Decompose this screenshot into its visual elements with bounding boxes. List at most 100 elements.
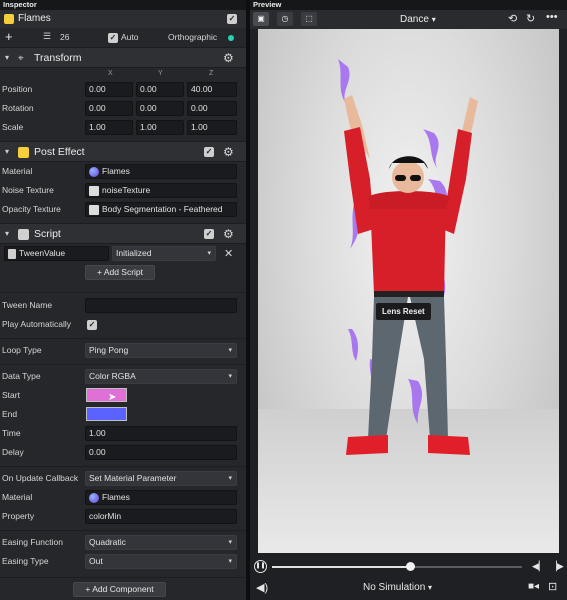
transform-icon: ⌖ <box>18 53 24 64</box>
playback-slider[interactable] <box>272 562 522 571</box>
axis-header-row: X Y Z <box>0 68 246 80</box>
object-enabled-checkbox[interactable]: ✓ <box>227 14 237 24</box>
transform-title: Transform <box>34 52 82 64</box>
preview-viewport[interactable]: Lens Reset <box>258 29 559 553</box>
post-effect-enabled-checkbox[interactable]: ✓ <box>204 147 214 157</box>
post-effect-header[interactable]: ▾ Post Effect ✓ ⚙ <box>0 141 246 162</box>
image-icon <box>89 185 99 196</box>
callback-material-field[interactable]: Flames <box>85 490 237 505</box>
opacity-texture-field[interactable]: Body Segmentation - Feathered <box>85 202 237 217</box>
add-icon[interactable]: + <box>5 29 13 44</box>
mouse-cursor-icon: ➤ <box>108 392 117 403</box>
crop-icon[interactable]: ⊡ <box>548 580 557 593</box>
play-automatically-checkbox[interactable]: ✓ <box>87 320 97 330</box>
script-asset-field[interactable]: TweenValue <box>4 246 109 261</box>
simulation-dropdown[interactable]: No Simulation ▾ <box>363 578 432 598</box>
rotation-x-field[interactable]: 0.00 <box>85 101 133 116</box>
remove-script-icon[interactable]: ✕ <box>224 247 233 260</box>
rotation-label: Rotation <box>2 103 34 113</box>
property-input[interactable]: colorMin <box>85 509 237 524</box>
material-value: Flames <box>102 166 130 176</box>
script-header[interactable]: ▾ Script ✓ ⚙ <box>0 223 246 244</box>
script-asset-value: TweenValue <box>19 248 66 258</box>
end-color-swatch[interactable] <box>86 407 127 421</box>
gear-icon[interactable]: ⚙ <box>223 227 234 241</box>
time-row: Time 1.00 <box>0 424 246 443</box>
pause-icon[interactable]: ❚❚ <box>254 560 267 573</box>
camera-mode-label[interactable]: Orthographic <box>168 28 217 47</box>
material-field[interactable]: Flames <box>85 164 237 179</box>
add-icon: + <box>96 267 104 277</box>
add-script-button[interactable]: + Add Script <box>85 265 155 280</box>
data-type-value: Color RGBA <box>89 371 136 381</box>
axis-z-label: Z <box>209 70 214 77</box>
update-callback-value: Set Material Parameter <box>89 473 177 483</box>
axis-x-label: X <box>108 70 113 77</box>
start-label: Start <box>2 390 20 400</box>
time-input[interactable]: 1.00 <box>85 426 237 441</box>
person-icon <box>89 204 99 215</box>
collapse-chevron-icon[interactable]: ▾ <box>5 147 9 156</box>
step-back-icon[interactable]: ◀▏ <box>532 561 546 572</box>
scale-x-field[interactable]: 1.00 <box>85 120 133 135</box>
easing-function-label: Easing Function <box>2 537 63 547</box>
tween-name-label: Tween Name <box>2 300 53 310</box>
script-enabled-checkbox[interactable]: ✓ <box>204 229 214 239</box>
script-event-dropdown[interactable]: Initialized ▾ <box>112 246 216 261</box>
opacity-texture-row: Opacity Texture Body Segmentation - Feat… <box>0 200 246 219</box>
speaker-icon[interactable]: ◀) <box>256 581 268 594</box>
scale-y-field[interactable]: 1.00 <box>136 120 184 135</box>
dancer-figure <box>338 59 478 455</box>
auto-checkbox[interactable]: ✓ <box>108 33 118 43</box>
gear-icon[interactable]: ⚙ <box>223 145 234 159</box>
swap-camera-icon[interactable]: ⟲ <box>508 12 517 25</box>
preview-panel-title: Preview <box>250 0 567 10</box>
render-order-icon: ☰ <box>43 31 52 41</box>
position-z-field[interactable]: 40.00 <box>187 82 237 97</box>
video-camera-icon[interactable]: ■◂ <box>528 581 539 592</box>
start-color-swatch[interactable] <box>86 388 127 402</box>
position-x-field[interactable]: 0.00 <box>85 82 133 97</box>
add-component-button[interactable]: + Add Component <box>73 582 166 597</box>
callback-material-value: Flames <box>102 492 130 502</box>
inspector-panel: Inspector Flames ✓ + ☰ 26 ✓ Auto Orthogr… <box>0 0 246 600</box>
animation-dropdown[interactable]: Dance ▾ <box>400 10 436 29</box>
gear-icon[interactable]: ⚙ <box>223 51 234 65</box>
delay-input[interactable]: 0.00 <box>85 445 237 460</box>
object-name[interactable]: Flames <box>18 10 51 28</box>
time-label: Time <box>2 428 21 438</box>
position-y-field[interactable]: 0.00 <box>136 82 184 97</box>
device-view-icon[interactable]: ▣ <box>253 12 269 26</box>
collapse-chevron-icon[interactable]: ▾ <box>5 229 9 238</box>
position-row: Position 0.00 0.00 40.00 <box>0 80 246 99</box>
property-row: Property colorMin <box>0 507 246 526</box>
collapse-chevron-icon[interactable]: ▾ <box>5 53 9 62</box>
update-callback-dropdown[interactable]: Set Material Parameter ▾ <box>85 471 237 486</box>
easing-function-row: Easing Function Quadratic ▾ <box>0 533 246 552</box>
material-icon <box>89 492 99 503</box>
loop-type-dropdown[interactable]: Ping Pong ▾ <box>85 343 237 358</box>
status-dot-icon <box>228 35 234 41</box>
loop-type-row: Loop Type Ping Pong ▾ <box>0 341 246 360</box>
position-label: Position <box>2 84 33 94</box>
capture-icon[interactable]: ⬚ <box>301 12 317 26</box>
tween-name-input[interactable] <box>85 298 237 313</box>
add-component-label: Add Component <box>92 584 154 594</box>
rotation-z-field[interactable]: 0.00 <box>187 101 237 116</box>
rotation-y-field[interactable]: 0.00 <box>136 101 184 116</box>
more-options-icon[interactable]: ••• <box>546 11 558 23</box>
chevron-down-icon: ▾ <box>228 539 232 546</box>
scale-z-field[interactable]: 1.00 <box>187 120 237 135</box>
animation-value: Dance <box>400 14 429 25</box>
play-automatically-row: Play Automatically ✓ <box>0 315 246 334</box>
transform-header[interactable]: ▾ ⌖ Transform ⚙ <box>0 47 246 68</box>
timer-icon[interactable]: ◷ <box>277 12 293 26</box>
data-type-dropdown[interactable]: Color RGBA ▾ <box>85 369 237 384</box>
playback-slider-thumb[interactable] <box>405 562 415 571</box>
noise-texture-field[interactable]: noiseTexture <box>85 183 237 198</box>
step-forward-icon[interactable]: ▕▶ <box>550 561 564 572</box>
easing-function-dropdown[interactable]: Quadratic ▾ <box>85 535 237 550</box>
easing-type-dropdown[interactable]: Out ▾ <box>85 554 237 569</box>
reset-icon[interactable]: ↻ <box>526 12 535 25</box>
render-order-value[interactable]: 26 <box>60 28 69 47</box>
